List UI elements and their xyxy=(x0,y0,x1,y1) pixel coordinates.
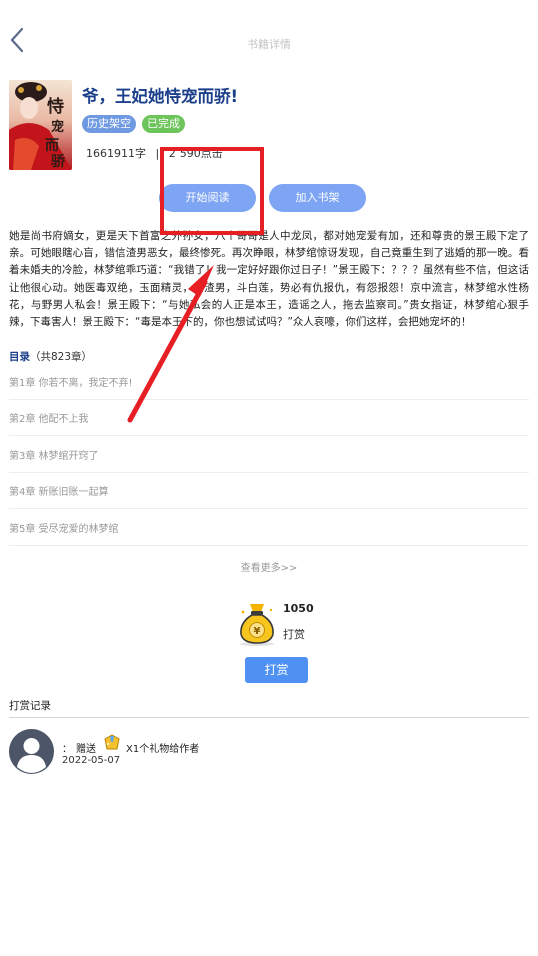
gift-icon xyxy=(104,733,120,749)
status-tag: 已完成 xyxy=(142,115,185,133)
cover-title-char: 宠 xyxy=(51,119,64,135)
annotation-highlight-box xyxy=(160,147,264,235)
cover-title-char: 恃 xyxy=(47,96,64,117)
genre-tag: 历史架空 xyxy=(82,115,136,133)
cover-title-char: 而 xyxy=(45,138,59,154)
chapter-item[interactable]: 第3章 林梦绾开窍了 xyxy=(9,437,529,473)
top-bar: 书籍详情 xyxy=(0,0,538,88)
record-prefix: ： xyxy=(62,744,72,755)
record-gift: X1个礼物给作者 xyxy=(126,744,200,755)
page-title: 书籍详情 xyxy=(247,38,291,51)
toc-count: （共823章） xyxy=(30,351,93,363)
chapter-item[interactable]: 第4章 新账旧账一起算 xyxy=(9,473,529,509)
cover-title-char: 骄 xyxy=(50,153,66,170)
chapter-item[interactable]: 第1章 你若不离，我定不弃! xyxy=(9,364,529,400)
reward-records-title: 打赏记录 xyxy=(9,700,51,712)
section-divider xyxy=(9,717,529,718)
add-to-shelf-button[interactable]: 加入书架 xyxy=(269,184,366,212)
chapter-item[interactable]: 第2章 他配不上我 xyxy=(9,400,529,436)
reward-record-line: ： 赠送 X1个礼物给作者 xyxy=(62,733,200,755)
toc-header: 目录（共823章） xyxy=(9,349,92,364)
money-bag-icon: ¥ xyxy=(240,604,274,646)
tag-list: 历史架空 已完成 xyxy=(82,115,185,133)
default-avatar-icon[interactable] xyxy=(9,729,54,774)
stats-separator: | xyxy=(155,147,160,160)
reward-button[interactable]: 打赏 xyxy=(245,657,308,683)
reward-label: 打赏 xyxy=(283,628,305,641)
record-action: 赠送 xyxy=(76,744,96,755)
svg-text:¥: ¥ xyxy=(254,626,261,637)
reward-count: 1050 xyxy=(283,602,314,615)
record-date: 2022-05-07 xyxy=(62,755,121,766)
book-title: 爷，王妃她恃宠而骄! xyxy=(82,87,239,106)
view-more-chapters-link[interactable]: 查看更多>> xyxy=(0,559,538,574)
word-count: 1661911字 xyxy=(86,147,146,160)
toc-label: 目录 xyxy=(9,351,30,363)
book-description: 她是尚书府嫡女，更是天下首富之外孙女，八个哥哥是人中龙凤，都对她宠爱有加，还和尊… xyxy=(9,230,529,329)
chapter-item[interactable]: 第5章 受尽宠爱的林梦绾 xyxy=(9,510,529,546)
book-cover[interactable]: 恃 宠 而 骄 xyxy=(9,80,72,170)
